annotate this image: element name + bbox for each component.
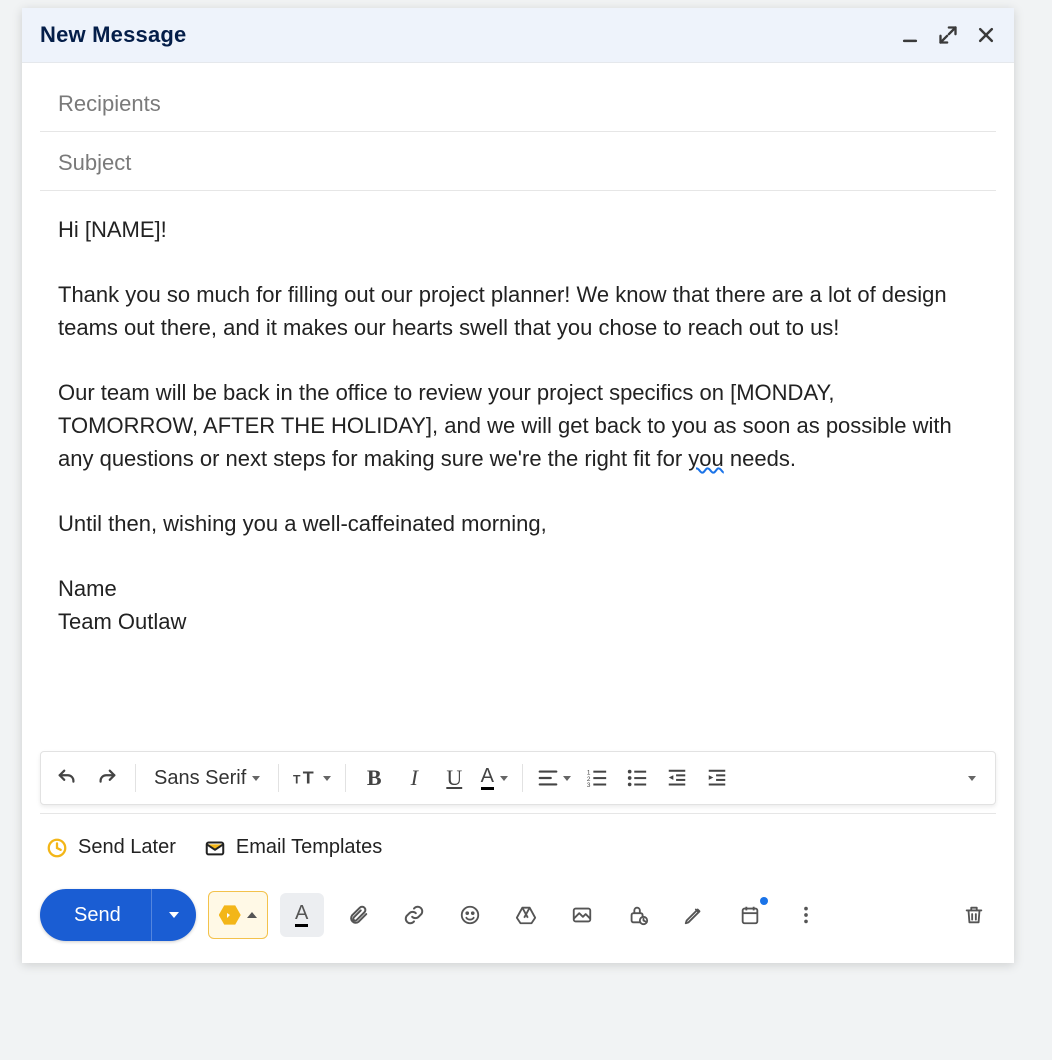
redo-button[interactable] bbox=[87, 758, 127, 798]
bold-button[interactable]: B bbox=[354, 758, 394, 798]
drive-icon bbox=[515, 904, 537, 926]
subject-placeholder: Subject bbox=[58, 150, 131, 175]
italic-button[interactable]: I bbox=[394, 758, 434, 798]
lock-clock-icon bbox=[627, 904, 649, 926]
insert-image-button[interactable] bbox=[560, 893, 604, 937]
signature-team: Team Outlaw bbox=[58, 605, 978, 638]
signature-name: Name bbox=[58, 572, 978, 605]
svg-text:3: 3 bbox=[587, 782, 591, 789]
extensions-row: Send Later Email Templates bbox=[22, 814, 1014, 871]
trash-icon bbox=[963, 904, 985, 926]
recipients-field[interactable]: Recipients bbox=[40, 63, 996, 132]
indent-decrease-button[interactable] bbox=[657, 758, 697, 798]
email-templates-button[interactable]: Email Templates bbox=[204, 836, 382, 859]
chevron-up-icon bbox=[247, 912, 257, 918]
undo-button[interactable] bbox=[47, 758, 87, 798]
compose-action-bar: Send A bbox=[22, 871, 1014, 963]
discard-draft-button[interactable] bbox=[952, 893, 996, 937]
insert-link-button[interactable] bbox=[392, 893, 436, 937]
pen-icon bbox=[683, 904, 705, 926]
mail-template-icon bbox=[204, 837, 226, 859]
body-greeting: Hi [NAME]! bbox=[58, 213, 978, 246]
more-vert-icon bbox=[795, 904, 817, 926]
expand-icon[interactable] bbox=[936, 23, 960, 47]
chevron-down-icon bbox=[323, 776, 331, 781]
svg-text:T: T bbox=[303, 768, 314, 788]
plugin-hexagon-icon bbox=[219, 904, 241, 926]
body-paragraph-1: Thank you so much for filling out our pr… bbox=[58, 278, 978, 344]
spellcheck-word[interactable]: you bbox=[688, 446, 723, 471]
recipients-placeholder: Recipients bbox=[58, 91, 161, 116]
close-icon[interactable] bbox=[974, 23, 998, 47]
align-dropdown[interactable] bbox=[531, 758, 577, 798]
plugin-chip[interactable] bbox=[208, 891, 268, 939]
confidential-mode-button[interactable] bbox=[616, 893, 660, 937]
compose-body[interactable]: Hi [NAME]! Thank you so much for filling… bbox=[40, 191, 996, 751]
bulleted-list-button[interactable] bbox=[617, 758, 657, 798]
underline-button[interactable]: U bbox=[434, 758, 474, 798]
indent-increase-button[interactable] bbox=[697, 758, 737, 798]
clock-icon bbox=[46, 837, 68, 859]
body-paragraph-2: Our team will be back in the office to r… bbox=[58, 376, 978, 475]
formatting-toggle-button[interactable]: A bbox=[280, 893, 324, 937]
attach-file-button[interactable] bbox=[336, 893, 380, 937]
more-formatting-dropdown[interactable] bbox=[949, 758, 989, 798]
send-options-dropdown[interactable] bbox=[152, 889, 196, 941]
send-later-label: Send Later bbox=[78, 836, 176, 859]
chevron-down-icon bbox=[563, 776, 571, 781]
minimize-icon[interactable] bbox=[898, 23, 922, 47]
email-templates-label: Email Templates bbox=[236, 836, 382, 859]
insert-drive-file-button[interactable] bbox=[504, 893, 548, 937]
send-later-button[interactable]: Send Later bbox=[46, 836, 176, 859]
compose-title: New Message bbox=[40, 22, 187, 48]
send-button[interactable]: Send bbox=[40, 889, 152, 941]
emoji-icon bbox=[459, 904, 481, 926]
schedule-button[interactable] bbox=[728, 893, 772, 937]
calendar-icon bbox=[739, 904, 761, 926]
chevron-down-icon bbox=[500, 776, 508, 781]
compose-titlebar: New Message bbox=[22, 8, 1014, 63]
chevron-down-icon bbox=[169, 912, 179, 918]
numbered-list-button[interactable]: 123 bbox=[577, 758, 617, 798]
chevron-down-icon bbox=[252, 776, 260, 781]
insert-emoji-button[interactable] bbox=[448, 893, 492, 937]
image-icon bbox=[571, 904, 593, 926]
compose-window: New Message Recipients Subject Hi [NAME]… bbox=[22, 8, 1014, 963]
insert-signature-button[interactable] bbox=[672, 893, 716, 937]
send-split-button: Send bbox=[40, 889, 196, 941]
window-controls bbox=[898, 23, 998, 47]
body-closing: Until then, wishing you a well-caffeinat… bbox=[58, 507, 978, 540]
more-options-button[interactable] bbox=[784, 893, 828, 937]
notification-dot bbox=[760, 897, 768, 905]
chevron-down-icon bbox=[968, 776, 976, 781]
font-family-label: Sans Serif bbox=[154, 767, 246, 790]
font-family-dropdown[interactable]: Sans Serif bbox=[144, 758, 270, 798]
link-icon bbox=[402, 904, 426, 926]
font-size-dropdown[interactable]: TT bbox=[287, 758, 337, 798]
paperclip-icon bbox=[347, 904, 369, 926]
formatting-toolbar: Sans Serif TT B I U A 123 bbox=[40, 751, 996, 805]
text-color-dropdown[interactable]: A bbox=[474, 758, 514, 798]
send-label: Send bbox=[74, 904, 121, 927]
svg-text:T: T bbox=[293, 773, 301, 787]
subject-field[interactable]: Subject bbox=[40, 132, 996, 191]
